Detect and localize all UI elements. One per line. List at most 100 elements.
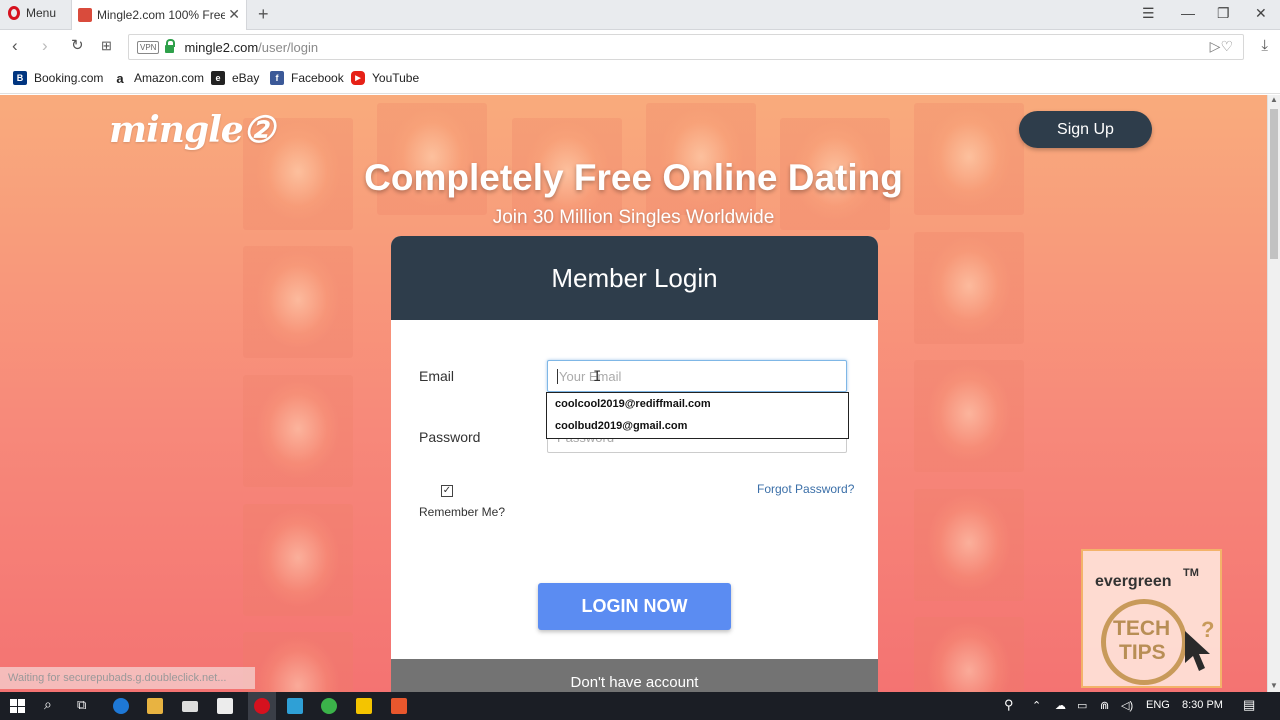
active-tab[interactable]: Mingle2.com 100% Free O ✕: [71, 0, 247, 30]
member-login-card: Member Login Email Your Email I Password…: [391, 236, 878, 692]
bookmark-amazon[interactable]: a Amazon.com: [113, 71, 204, 86]
page-headline: Completely Free Online Dating: [364, 157, 903, 198]
forgot-password-link[interactable]: Forgot Password?: [757, 482, 854, 496]
autocomplete-option[interactable]: coolcool2019@rediffmail.com: [547, 393, 848, 415]
background-photo: [243, 246, 353, 358]
login-now-button[interactable]: LOGIN NOW: [538, 583, 731, 630]
background-photo: [914, 489, 1024, 601]
clock[interactable]: 8:30 PM: [1182, 699, 1223, 711]
url-path: /user/login: [258, 39, 319, 55]
windows-start-icon[interactable]: [10, 699, 25, 713]
menu-label: Menu: [26, 6, 57, 20]
watermark-brand: evergreen: [1095, 573, 1172, 590]
no-account-text[interactable]: Don't have account: [571, 674, 699, 691]
volume-icon[interactable]: ◁): [1121, 699, 1133, 712]
remember-me-label: Remember Me?: [419, 505, 506, 519]
autocomplete-option[interactable]: coolbud2019@gmail.com: [547, 415, 848, 437]
edge-icon[interactable]: [113, 698, 129, 714]
people-icon[interactable]: ⚲: [1004, 697, 1014, 713]
app-green-icon[interactable]: [321, 698, 337, 714]
youtube-icon: ▶: [351, 71, 365, 85]
bookmark-label: Facebook: [291, 71, 344, 85]
search-icon[interactable]: ⌕: [44, 696, 52, 713]
amazon-icon: a: [113, 71, 127, 86]
send-heart-icons[interactable]: ▷♡: [1210, 38, 1233, 55]
bookmark-booking[interactable]: B Booking.com: [13, 71, 103, 85]
remember-me-checkbox[interactable]: ✓: [441, 485, 453, 497]
email-autocomplete-dropdown: coolcool2019@rediffmail.com coolbud2019@…: [546, 392, 849, 439]
store-icon[interactable]: [217, 698, 233, 714]
password-label: Password: [419, 429, 481, 445]
address-bar: ‹ › ↻ ⊞ VPN mingle2.com/user/login ▷♡ ⤓: [0, 30, 1280, 64]
app-icon[interactable]: [287, 698, 303, 714]
restore-button[interactable]: ❐: [1217, 5, 1230, 22]
new-tab-button[interactable]: +: [258, 4, 269, 25]
tab-menu-icon[interactable]: ☰: [1142, 5, 1155, 22]
language-indicator[interactable]: ENG: [1146, 699, 1170, 711]
mail-icon[interactable]: [182, 701, 198, 712]
sign-up-button[interactable]: Sign Up: [1019, 111, 1152, 148]
secure-lock-icon[interactable]: [165, 39, 176, 53]
bookmarks-bar: B Booking.com a Amazon.com e eBay f Face…: [0, 64, 1280, 94]
file-explorer-icon[interactable]: [147, 698, 163, 714]
ebay-icon: e: [211, 71, 225, 85]
speed-dial-grid-icon[interactable]: ⊞: [101, 37, 112, 55]
mingle2-favicon-icon: [78, 8, 92, 22]
scroll-up-arrow-icon[interactable]: ▲: [1270, 95, 1278, 104]
download-icon[interactable]: ⤓: [1261, 37, 1268, 54]
email-placeholder: Your Email: [559, 368, 622, 384]
scroll-down-arrow-icon[interactable]: ▼: [1270, 681, 1278, 690]
tab-close-icon[interactable]: ✕: [228, 6, 240, 23]
app-orange-icon[interactable]: [391, 698, 407, 714]
background-photo: [914, 232, 1024, 344]
url-domain: mingle2.com: [184, 39, 259, 55]
watermark-tech: TECH: [1113, 617, 1171, 640]
loading-status-text: Waiting for securepubads.g.doubleclick.n…: [0, 667, 255, 689]
show-hidden-icons-chevron[interactable]: ⌃: [1032, 699, 1041, 712]
background-photo: [914, 360, 1024, 472]
bookmark-youtube[interactable]: ▶ YouTube: [351, 71, 419, 85]
page-scrollbar[interactable]: ▲ ▼: [1267, 95, 1280, 692]
minimize-button[interactable]: —: [1181, 5, 1195, 21]
bookmark-ebay[interactable]: e eBay: [211, 71, 259, 85]
windows-taskbar: ⌕ ⧉ ⚲ ⌃ ☁ ▭ ⋒ ◁) ENG 8:30 PM ▤: [0, 692, 1280, 720]
login-card-title: Member Login: [391, 236, 878, 320]
bookmark-label: YouTube: [372, 71, 420, 85]
opera-logo-icon: [8, 6, 20, 20]
browser-tab-bar: Menu Mingle2.com 100% Free O ✕ + ☰ — ❐ ✕: [0, 0, 1280, 30]
sticky-notes-icon[interactable]: [356, 698, 372, 714]
background-photo: [914, 617, 1024, 692]
booking-icon: B: [13, 71, 27, 85]
background-photo: [243, 375, 353, 487]
reload-icon[interactable]: ↻: [71, 37, 84, 55]
opera-icon[interactable]: [254, 698, 270, 714]
back-arrow-icon[interactable]: ‹: [12, 37, 18, 55]
mingle2-logo[interactable]: mingle②: [109, 109, 275, 151]
wifi-icon[interactable]: ⋒: [1100, 699, 1109, 712]
bookmark-label: Booking.com: [34, 71, 104, 85]
watermark-tech-tips: TECH TIPS: [1113, 617, 1170, 665]
evergreen-tech-tips-watermark: evergreen TM TECH TIPS ?: [1081, 549, 1222, 688]
mouse-pointer-icon: [1185, 631, 1210, 671]
watermark-trademark: TM: [1183, 567, 1199, 579]
background-photo: [243, 632, 353, 692]
bookmark-label: eBay: [232, 71, 260, 85]
action-center-icon[interactable]: ▤: [1243, 697, 1255, 713]
forward-arrow-icon[interactable]: ›: [42, 37, 48, 55]
email-input[interactable]: Your Email: [547, 360, 847, 392]
opera-menu-button[interactable]: Menu: [8, 6, 56, 20]
scroll-thumb[interactable]: [1270, 109, 1278, 259]
close-window-button[interactable]: ✕: [1255, 5, 1267, 22]
vpn-badge[interactable]: VPN: [137, 40, 160, 54]
task-view-icon[interactable]: ⧉: [77, 697, 86, 713]
background-photo: [243, 504, 353, 616]
battery-icon[interactable]: ▭: [1077, 699, 1087, 712]
facebook-icon: f: [270, 71, 284, 85]
text-cursor-icon: I: [593, 369, 602, 385]
email-label: Email: [419, 368, 455, 384]
onedrive-icon[interactable]: ☁: [1055, 699, 1066, 712]
bookmark-facebook[interactable]: f Facebook: [270, 71, 344, 85]
url-field[interactable]: VPN mingle2.com/user/login ▷♡: [128, 34, 1244, 60]
watermark-tips: TIPS: [1119, 641, 1166, 664]
text-caret: [557, 368, 558, 384]
